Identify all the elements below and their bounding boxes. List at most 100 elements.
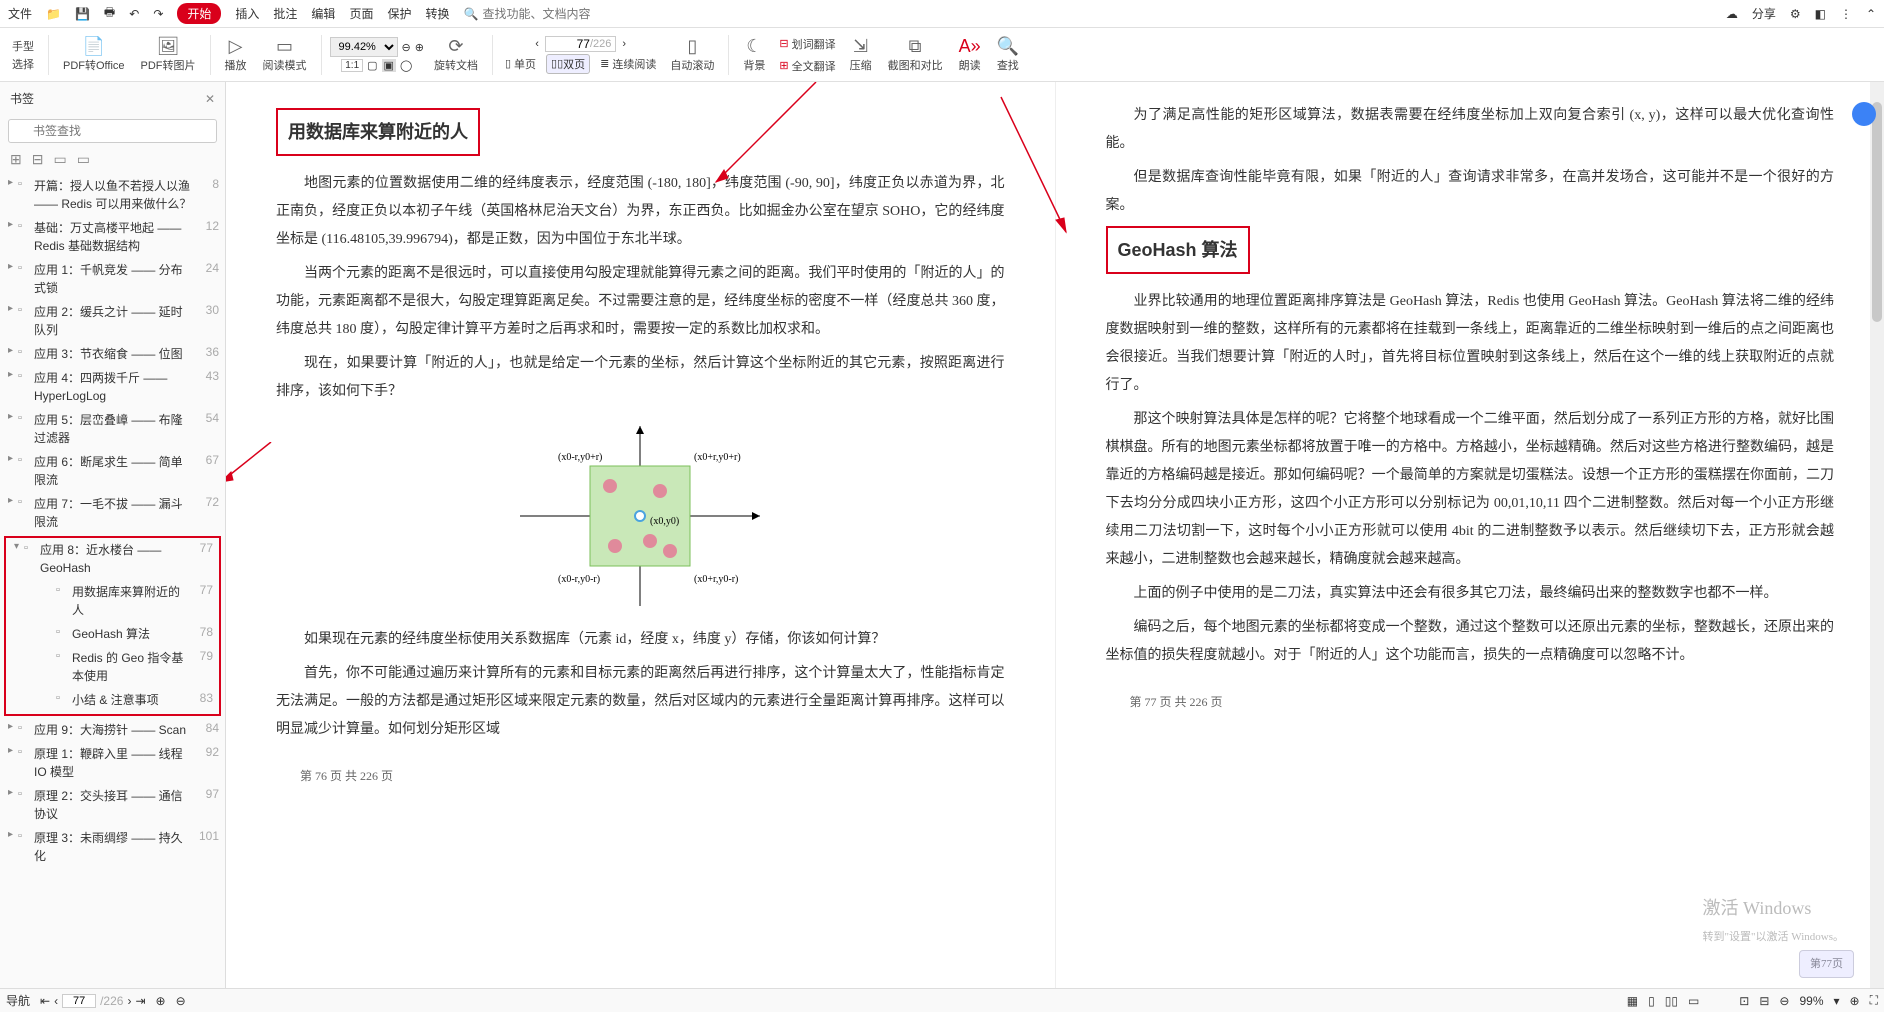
tool-auto-scroll[interactable]: ▯自动滚动	[664, 35, 720, 75]
global-search-input[interactable]	[482, 7, 622, 21]
tool-pdf2office[interactable]: 📄PDF转Office	[57, 35, 131, 75]
menu-page[interactable]: 页面	[349, 5, 373, 22]
bookmark-item[interactable]: ▫GeoHash 算法78	[6, 622, 219, 646]
collapse-icon[interactable]: ▭	[53, 151, 66, 168]
continuous-btn[interactable]: ≣连续阅读	[596, 54, 660, 74]
tool-play[interactable]: ▷播放	[219, 35, 253, 75]
document-viewport[interactable]: 用数据库来算附近的人 地图元素的位置数据使用二维的经纬度表示，经度范围 (-18…	[226, 82, 1884, 988]
first-page-icon[interactable]: ⇤	[40, 994, 50, 1008]
close-icon[interactable]: ✕	[205, 92, 215, 106]
next-page-icon[interactable]: ›	[622, 38, 626, 50]
status-remove-icon[interactable]: ⊖	[176, 994, 186, 1008]
menu-protect[interactable]: 保护	[387, 5, 411, 22]
add-bookmark-icon[interactable]: ⊞	[10, 151, 22, 168]
tool-pdf2img[interactable]: 🖼PDF转图片	[135, 35, 202, 75]
single-page-btn[interactable]: ▯单页	[501, 54, 540, 74]
skin-icon[interactable]: ◧	[1815, 7, 1826, 21]
undo-icon[interactable]: ↶	[129, 7, 139, 21]
bookmark-item[interactable]: ▸▫原理 2：交头接耳 —— 通信协议97	[0, 784, 225, 826]
status-add-icon[interactable]: ⊕	[156, 994, 166, 1008]
bookmark-item[interactable]: ▸▫应用 3：节衣缩食 —— 位图36	[0, 342, 225, 366]
zoom-dropdown-icon[interactable]: ▾	[1834, 994, 1840, 1008]
more-icon[interactable]: ⋮	[1840, 7, 1852, 21]
bookmark-item[interactable]: ▸▫应用 5：层峦叠嶂 —— 布隆过滤器54	[0, 408, 225, 450]
zoom-out-status-icon[interactable]: ⊖	[1779, 994, 1789, 1008]
vertical-scrollbar[interactable]	[1870, 82, 1884, 988]
svg-text:(x0-r,y0-r): (x0-r,y0-r)	[558, 574, 600, 585]
paragraph: 业界比较通用的地理位置距离排序算法是 GeoHash 算法，Redis 也使用 …	[1106, 288, 1835, 400]
bookmark-item[interactable]: ▫Redis 的 Geo 指令基本使用79	[6, 646, 219, 688]
sidebar-tools: ⊞ ⊟ ▭ ▭	[0, 147, 225, 172]
paragraph: 现在，如果要计算「附近的人」，也就是给定一个元素的坐标，然后计算这个坐标附近的其…	[276, 350, 1005, 406]
next-page-status-icon[interactable]: ›	[127, 994, 131, 1008]
fit-actual-icon[interactable]: ▣	[382, 59, 396, 72]
bookmark-item[interactable]: ▸▫原理 3：未雨绸缪 —— 持久化101	[0, 826, 225, 868]
menu-convert[interactable]: 转换	[425, 5, 449, 22]
bookmark-item[interactable]: ▸▫应用 9：大海捞针 —— Scan84	[0, 718, 225, 742]
tool-read-mode[interactable]: ▭阅读模式	[257, 35, 313, 75]
flags-icon[interactable]: ▭	[77, 151, 90, 168]
view-double-icon[interactable]: ▯▯	[1665, 994, 1678, 1008]
menu-annotate[interactable]: 批注	[273, 5, 297, 22]
view-book-icon[interactable]: ▭	[1688, 994, 1699, 1008]
marquee-zoom-icon[interactable]: ◯	[400, 59, 412, 72]
share-button[interactable]: 分享	[1752, 5, 1776, 22]
bookmark-item[interactable]: ▾▫应用 8：近水楼台 —— GeoHash77	[6, 538, 219, 580]
scroll-thumb[interactable]	[1872, 102, 1882, 322]
tool-compress[interactable]: ⇲压缩	[844, 35, 878, 75]
prev-page-status-icon[interactable]: ‹	[54, 994, 58, 1008]
menu-edit[interactable]: 编辑	[311, 5, 335, 22]
status-page-input[interactable]	[62, 994, 96, 1008]
redo-icon[interactable]: ↷	[153, 7, 163, 21]
double-page-btn[interactable]: ▯▯双页	[546, 54, 590, 74]
menu-insert[interactable]: 插入	[235, 5, 259, 22]
gear-icon[interactable]: ⚙	[1790, 7, 1801, 21]
tool-read-aloud[interactable]: A»朗读	[953, 35, 987, 75]
fit-width-icon[interactable]: 1:1	[341, 59, 363, 72]
bookmark-list[interactable]: ▸▫开篇：授人以鱼不若授人以渔 —— Redis 可以用来做什么？8▸▫基础：万…	[0, 172, 225, 988]
search-icon: 🔍	[463, 7, 478, 21]
expand-icon[interactable]: ⌃	[1866, 7, 1876, 21]
save-icon[interactable]: 💾	[75, 7, 90, 21]
bookmark-item[interactable]: ▫小结 & 注意事项83	[6, 688, 219, 712]
fit-1-icon[interactable]: ⊡	[1739, 994, 1749, 1008]
fit-page-icon[interactable]: ▢	[367, 59, 377, 72]
zoom-out-icon[interactable]: ⊖	[402, 41, 411, 54]
fit-2-icon[interactable]: ⊟	[1759, 994, 1769, 1008]
assistant-badge[interactable]	[1852, 102, 1876, 126]
bookmark-search-input[interactable]	[8, 119, 217, 143]
print-icon[interactable]: 🖶	[104, 3, 115, 24]
folder-icon[interactable]: 📁	[46, 7, 61, 21]
bookmark-item[interactable]: ▸▫应用 4：四两拨千斤 —— HyperLogLog43	[0, 366, 225, 408]
cloud-icon[interactable]: ☁	[1726, 7, 1738, 21]
prev-page-icon[interactable]: ‹	[535, 38, 539, 50]
bookmark-item[interactable]: ▫用数据库来算附近的人77	[6, 580, 219, 622]
view-grid-icon[interactable]: ▦	[1627, 994, 1638, 1008]
mark-translate-btn[interactable]: ⊟划词翻译	[775, 34, 839, 54]
last-page-icon[interactable]: ⇥	[135, 994, 145, 1008]
remove-bookmark-icon[interactable]: ⊟	[32, 151, 44, 168]
bookmark-item[interactable]: ▸▫原理 1：鞭辟入里 —— 线程 IO 模型92	[0, 742, 225, 784]
zoom-in-icon[interactable]: ⊕	[415, 41, 424, 54]
bookmark-item[interactable]: ▸▫应用 6：断尾求生 —— 简单限流67	[0, 450, 225, 492]
bookmark-item[interactable]: ▸▫开篇：授人以鱼不若授人以渔 —— Redis 可以用来做什么？8	[0, 174, 225, 216]
bookmark-item[interactable]: ▸▫应用 7：一毛不拔 —— 漏斗限流72	[0, 492, 225, 534]
view-single-icon[interactable]: ▯	[1648, 994, 1655, 1008]
page-jump-button[interactable]: 第77页	[1799, 950, 1854, 978]
bookmark-item[interactable]: ▸▫基础：万丈高楼平地起 —— Redis 基础数据结构12	[0, 216, 225, 258]
tool-hand[interactable]: 手型选择	[6, 36, 40, 74]
tool-crop-compare[interactable]: ⧉截图和对比	[882, 35, 949, 75]
tool-find[interactable]: 🔍查找	[991, 35, 1025, 75]
tool-background[interactable]: ☾背景	[737, 35, 771, 75]
global-search[interactable]: 🔍	[463, 7, 622, 21]
page-number-input[interactable]: /226	[545, 36, 616, 52]
menu-file[interactable]: 文件	[8, 5, 32, 22]
fullscreen-icon[interactable]: ⛶	[1870, 993, 1878, 1008]
tool-rotate[interactable]: ⟳旋转文档	[428, 35, 484, 75]
menu-start[interactable]: 开始	[177, 3, 221, 24]
bookmark-item[interactable]: ▸▫应用 1：千帆竞发 —— 分布式锁24	[0, 258, 225, 300]
zoom-in-status-icon[interactable]: ⊕	[1850, 994, 1860, 1008]
zoom-select[interactable]: 99.42%	[330, 37, 398, 57]
bookmark-item[interactable]: ▸▫应用 2：缓兵之计 —— 延时队列30	[0, 300, 225, 342]
full-translate-btn[interactable]: ⊞全文翻译	[775, 56, 839, 76]
